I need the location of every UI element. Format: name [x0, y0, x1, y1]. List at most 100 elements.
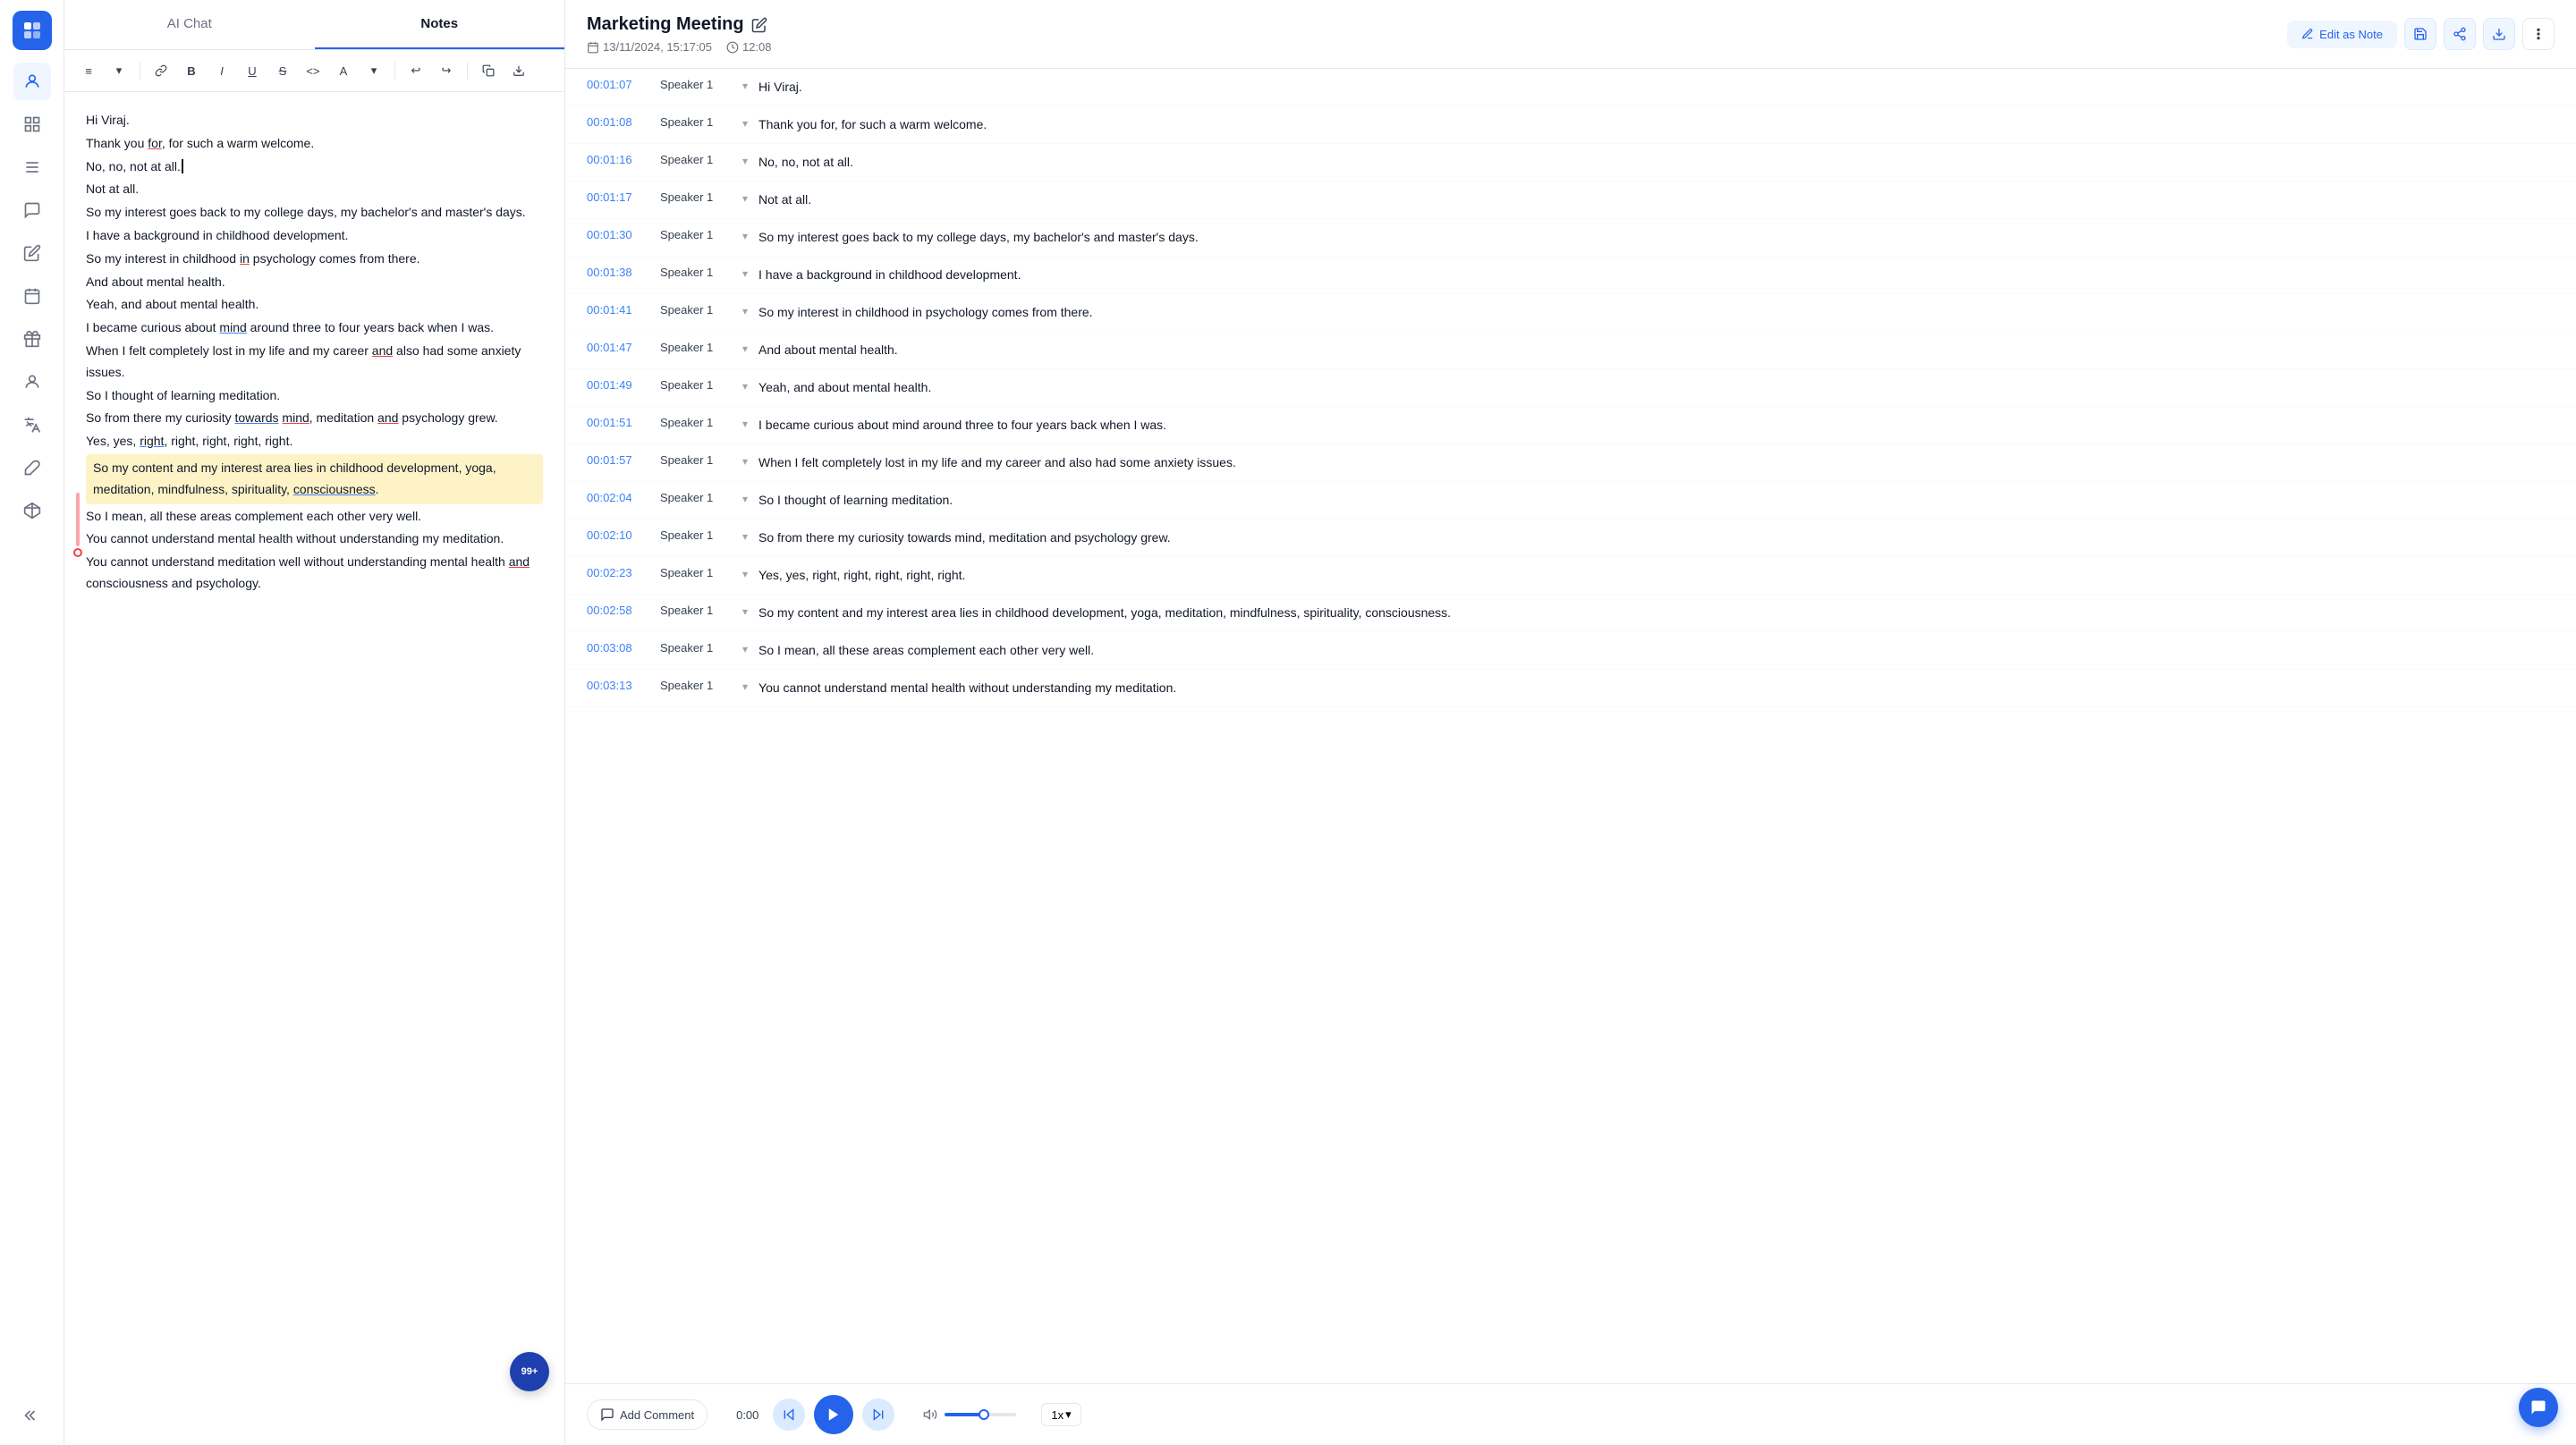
edit-title-icon[interactable]: [751, 17, 767, 33]
timestamp[interactable]: 00:01:51: [587, 416, 649, 429]
transcript-row[interactable]: 00:01:17 Speaker 1 ▾ Not at all.: [565, 182, 2576, 219]
transcript-row[interactable]: 00:01:38 Speaker 1 ▾ I have a background…: [565, 257, 2576, 294]
strikethrough-button[interactable]: S: [269, 57, 296, 84]
transcript-row[interactable]: 00:01:51 Speaker 1 ▾ I became curious ab…: [565, 407, 2576, 444]
save-icon-button[interactable]: [2404, 18, 2436, 50]
transcript-row[interactable]: 00:02:58 Speaker 1 ▾ So my content and m…: [565, 595, 2576, 632]
chevron-icon[interactable]: ▾: [742, 192, 748, 205]
timestamp[interactable]: 00:03:13: [587, 679, 649, 692]
transcript-row[interactable]: 00:01:07 Speaker 1 ▾ Hi Viraj.: [565, 69, 2576, 106]
transcript-row[interactable]: 00:01:16 Speaker 1 ▾ No, no, not at all.: [565, 144, 2576, 182]
transcript-row[interactable]: 00:02:04 Speaker 1 ▾ So I thought of lea…: [565, 482, 2576, 520]
chevron-icon[interactable]: ▾: [742, 342, 748, 355]
timestamp[interactable]: 00:01:57: [587, 453, 649, 467]
chevron-icon[interactable]: ▾: [742, 155, 748, 167]
transcript-row[interactable]: 00:01:08 Speaker 1 ▾ Thank you for, for …: [565, 106, 2576, 144]
chevron-icon[interactable]: ▾: [742, 305, 748, 317]
app-logo[interactable]: [13, 11, 52, 50]
chevron-icon[interactable]: ▾: [742, 230, 748, 242]
chevron-icon[interactable]: ▾: [742, 455, 748, 468]
sidebar-item-chat[interactable]: [13, 191, 51, 229]
more-options-button[interactable]: [2522, 18, 2555, 50]
timestamp[interactable]: 00:02:58: [587, 604, 649, 617]
sidebar-item-brush[interactable]: [13, 449, 51, 486]
chevron-icon[interactable]: ▾: [742, 680, 748, 693]
comment-count-badge[interactable]: 99+: [510, 1352, 549, 1391]
align-dropdown-button[interactable]: ▾: [106, 57, 132, 84]
transcript-text: Yes, yes, right, right, right, right, ri…: [758, 566, 965, 585]
chevron-icon[interactable]: ▾: [742, 418, 748, 430]
transcript-row[interactable]: 00:01:57 Speaker 1 ▾ When I felt complet…: [565, 444, 2576, 482]
collapse-sidebar-button[interactable]: [13, 1397, 51, 1434]
sidebar-item-grid[interactable]: [13, 106, 51, 143]
tab-notes[interactable]: Notes: [315, 0, 565, 49]
editor-line-11: When I felt completely lost in my life a…: [86, 341, 543, 384]
sidebar-item-gift[interactable]: [13, 320, 51, 358]
transcript-row[interactable]: 00:03:13 Speaker 1 ▾ You cannot understa…: [565, 670, 2576, 707]
timestamp[interactable]: 00:01:16: [587, 153, 649, 166]
speed-button[interactable]: 1x ▾: [1041, 1403, 1080, 1426]
sidebar-item-calendar[interactable]: [13, 277, 51, 315]
edit-as-note-button[interactable]: Edit as Note: [2287, 21, 2397, 48]
skip-back-button[interactable]: [773, 1399, 805, 1431]
chevron-icon[interactable]: ▾: [742, 643, 748, 655]
skip-forward-button[interactable]: [862, 1399, 894, 1431]
transcript-row[interactable]: 00:02:10 Speaker 1 ▾ So from there my cu…: [565, 520, 2576, 557]
note-editor[interactable]: Hi Viraj. Thank you for, for such a warm…: [64, 92, 564, 1445]
add-comment-button[interactable]: Add Comment: [587, 1399, 708, 1430]
sidebar-item-translate[interactable]: [13, 406, 51, 444]
volume-slider[interactable]: [945, 1413, 1016, 1416]
sidebar-item-edit[interactable]: [13, 234, 51, 272]
download-button[interactable]: [505, 57, 532, 84]
sidebar-item-gem[interactable]: [13, 492, 51, 529]
sidebar-item-person[interactable]: [13, 363, 51, 401]
chevron-icon[interactable]: ▾: [742, 568, 748, 580]
timestamp[interactable]: 00:02:10: [587, 528, 649, 542]
chevron-icon[interactable]: ▾: [742, 267, 748, 280]
text-color-dropdown[interactable]: ▾: [360, 57, 387, 84]
text-color-button[interactable]: A: [330, 57, 357, 84]
calendar-icon: [587, 41, 599, 54]
transcript-row[interactable]: 00:03:08 Speaker 1 ▾ So I mean, all thes…: [565, 632, 2576, 670]
redo-button[interactable]: ↪: [433, 57, 460, 84]
timestamp[interactable]: 00:01:49: [587, 378, 649, 392]
timestamp[interactable]: 00:02:04: [587, 491, 649, 504]
timestamp[interactable]: 00:01:07: [587, 78, 649, 91]
copy-button[interactable]: [475, 57, 502, 84]
chat-fab-button[interactable]: [2519, 1388, 2558, 1427]
bold-button[interactable]: B: [178, 57, 205, 84]
sidebar-item-list[interactable]: [13, 148, 51, 186]
timestamp[interactable]: 00:01:30: [587, 228, 649, 241]
download-icon-button[interactable]: [2483, 18, 2515, 50]
timestamp[interactable]: 00:03:08: [587, 641, 649, 655]
transcript-row[interactable]: 00:01:49 Speaker 1 ▾ Yeah, and about men…: [565, 369, 2576, 407]
transcript-row[interactable]: 00:01:30 Speaker 1 ▾ So my interest goes…: [565, 219, 2576, 257]
timestamp[interactable]: 00:01:08: [587, 115, 649, 129]
share-icon-button[interactable]: [2444, 18, 2476, 50]
skip-forward-icon: [871, 1407, 886, 1422]
chevron-icon[interactable]: ▾: [742, 80, 748, 92]
timestamp[interactable]: 00:01:47: [587, 341, 649, 354]
transcript-row[interactable]: 00:01:41 Speaker 1 ▾ So my interest in c…: [565, 294, 2576, 332]
sidebar-item-users[interactable]: [13, 63, 51, 100]
underline-button[interactable]: U: [239, 57, 266, 84]
chevron-icon[interactable]: ▾: [742, 530, 748, 543]
chevron-icon[interactable]: ▾: [742, 493, 748, 505]
chevron-icon[interactable]: ▾: [742, 117, 748, 130]
undo-button[interactable]: ↩: [402, 57, 429, 84]
italic-button[interactable]: I: [208, 57, 235, 84]
link-button[interactable]: [148, 57, 174, 84]
transcript-row[interactable]: 00:01:47 Speaker 1 ▾ And about mental he…: [565, 332, 2576, 369]
play-button[interactable]: [814, 1395, 853, 1434]
chevron-icon[interactable]: ▾: [742, 605, 748, 618]
tab-ai-chat[interactable]: AI Chat: [64, 0, 315, 49]
current-time: 0:00: [736, 1408, 758, 1422]
align-button[interactable]: ≡: [75, 57, 102, 84]
chevron-icon[interactable]: ▾: [742, 380, 748, 393]
code-button[interactable]: <>: [300, 57, 326, 84]
timestamp[interactable]: 00:01:41: [587, 303, 649, 317]
timestamp[interactable]: 00:02:23: [587, 566, 649, 579]
transcript-row[interactable]: 00:02:23 Speaker 1 ▾ Yes, yes, right, ri…: [565, 557, 2576, 595]
timestamp[interactable]: 00:01:17: [587, 190, 649, 204]
timestamp[interactable]: 00:01:38: [587, 266, 649, 279]
